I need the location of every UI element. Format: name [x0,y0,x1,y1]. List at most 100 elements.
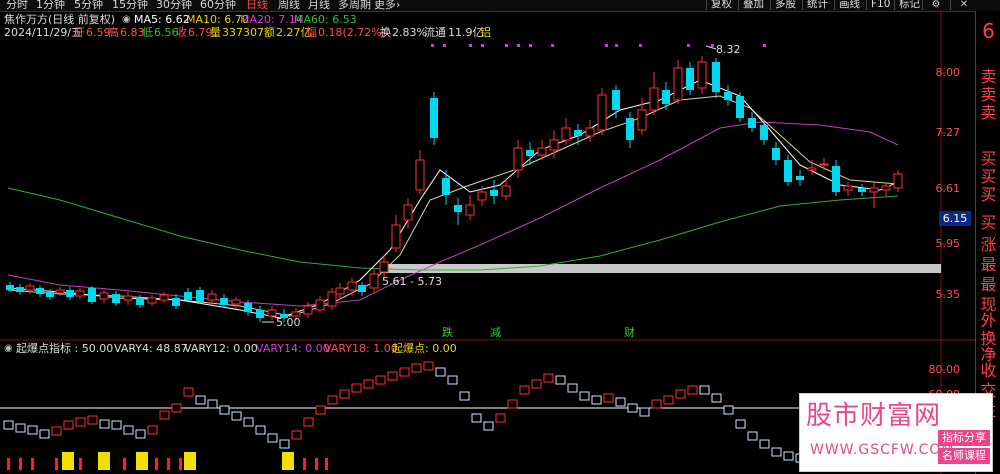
indicator-box [771,447,782,457]
indicator-vary18: VARY18: 1.00 [324,342,398,355]
indicator-box [51,426,62,436]
indicator-vary4: VARY4: 48.87 [114,342,188,355]
candle [315,296,325,312]
indicator-settings-icon[interactable]: ◉ [4,342,13,355]
candle [36,285,44,297]
indicator-box [3,420,14,430]
side-label: 买 [980,167,997,186]
candle [369,268,379,292]
signal-dot [481,44,484,47]
indicator-box [363,379,374,389]
range-annotation: 5.61 - 5.73 [382,275,442,288]
side-label: 最 [980,255,997,274]
indicator-box [495,413,506,423]
signal-dot [639,44,642,47]
candle [712,58,720,98]
indicator-box [435,367,446,377]
candle [673,60,683,104]
candle [327,288,337,310]
indicator-box [567,383,578,393]
indicator-qbd: 起爆点: 0.00 [392,342,457,355]
indicator-box [579,391,590,401]
candle [832,160,840,196]
indicator-box [759,439,770,449]
candle [16,284,24,295]
indicator-box [339,389,350,399]
candle [415,150,425,195]
indicator-box [303,417,314,427]
indicator-box [747,431,758,441]
candle [55,287,65,296]
indicator-box [423,361,434,371]
indicator-box [111,420,122,430]
candle [256,306,264,322]
indicator-box [663,395,674,405]
candle [772,142,780,165]
candle [501,178,511,200]
indicator-box [483,421,494,431]
indicator-boxes [3,361,806,463]
indicator-box [183,387,194,397]
signal-bar [315,458,318,470]
candle [490,180,498,204]
candle [66,287,74,300]
candle [697,56,707,94]
signal-label: 减 [490,326,501,339]
price-axis-label: 5.35 [935,288,961,301]
candle [267,306,277,320]
indicator-box [327,395,338,405]
candle [736,92,744,122]
indicator-box [591,395,602,405]
candle [649,72,659,115]
candle [465,195,475,220]
indicator-box [123,425,134,435]
indicator-bars [7,452,328,470]
price-axis-label: 6.61 [935,182,961,195]
candle [626,112,634,148]
signal-dot [711,44,714,47]
candle [391,215,401,252]
indicator-box [267,433,278,443]
side-label: 买 [980,213,997,232]
candle [724,85,732,106]
indicator-box [699,385,710,395]
qbd-bar [184,452,196,470]
candle [454,198,462,225]
qbd-bar [98,452,110,470]
indicator-box [87,415,98,425]
candles-group [6,56,903,322]
qbd-bar [136,452,148,470]
indicator-title: 起爆点指标 : 50.00 [16,342,114,355]
side-label: 卖 [980,67,997,86]
indicator-box [219,405,230,415]
indicator-box [507,399,518,409]
indicator-box [459,391,470,401]
ma60-line [7,187,899,271]
indicator-box [531,379,542,389]
signal-bar [79,458,82,470]
signal-dot [529,44,532,47]
candle [99,290,109,303]
signal-bar [31,458,34,470]
indicator-box [63,420,74,430]
signal-label: 财 [624,326,635,339]
candle [858,184,866,196]
indicator-box [519,385,530,395]
indicator-box [315,405,326,415]
indicator-box [651,399,662,409]
candle [220,294,228,308]
side-label: 卖 [980,85,997,104]
signal-bar [7,458,10,470]
candle [784,155,792,186]
indicator-box [375,375,386,385]
candle [123,292,133,305]
signal-dot [763,44,766,47]
watermark-tag-indicator: 指标分享 [938,430,990,446]
watermark-tag-course: 名师课程 [938,448,990,464]
signal-bar [155,458,158,470]
indicator-box [291,430,302,440]
candle [184,288,192,302]
indicator-box [603,393,614,403]
side-label: 外 [980,311,997,330]
signal-dot [431,44,434,47]
